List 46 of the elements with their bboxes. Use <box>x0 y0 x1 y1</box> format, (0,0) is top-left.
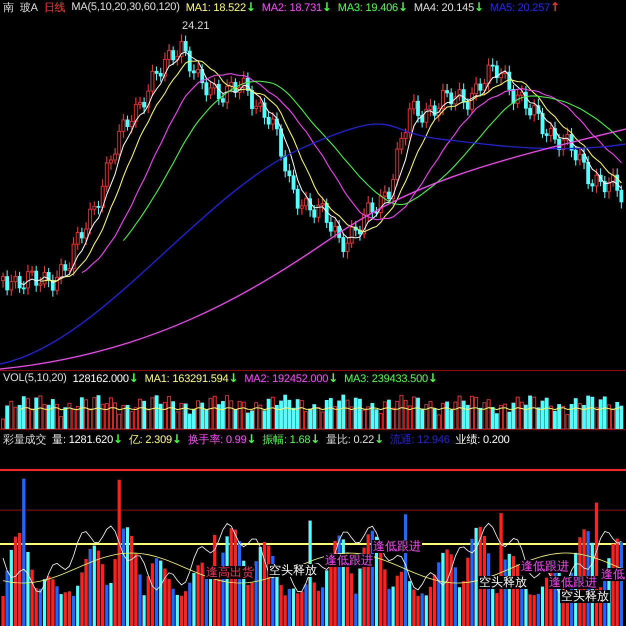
trend-arrow: ↓ <box>428 371 438 385</box>
trend-arrow: ↓ <box>310 432 320 446</box>
trend-arrow: ↓ <box>374 432 384 446</box>
indicator-reading: 量比: 0.22 <box>326 434 374 446</box>
stock-code: 玻A <box>20 0 38 14</box>
signal-label: 逢低跟进 <box>548 576 598 589</box>
trend-arrow: ↓ <box>246 0 256 14</box>
indicator-reading: 振幅: 1.68 <box>262 434 310 446</box>
trend-arrow: ↓ <box>398 0 408 14</box>
indicator-reading: MA2: 18.731 <box>262 2 322 14</box>
indicator-reading: MA5: 20.257 <box>490 2 550 14</box>
trend-arrow: ↓ <box>128 371 139 385</box>
trend-arrow: ↓ <box>246 432 256 446</box>
trend-arrow: ↑ <box>550 0 560 14</box>
signal-label: 逢低 <box>600 568 626 581</box>
trend-arrow: ↓ <box>172 432 182 446</box>
indicator-reading: 流通: 12.946 <box>390 434 450 446</box>
ma-parameters: MA(5,10,20,30,60,120) <box>71 1 180 13</box>
indicator-reading: MA3: 239433.500 <box>344 373 428 385</box>
indicator-reading: MA4: 20.145 <box>414 2 474 14</box>
period-label[interactable]: 日线 <box>44 0 66 14</box>
trend-arrow: ↓ <box>328 371 338 385</box>
indicator-title: 彩量成交 <box>3 432 46 446</box>
volume-title: VOL(5,10,20) <box>3 372 67 384</box>
indicator-reading: 业绩: 0.200 <box>456 434 510 446</box>
signal-label: 空头释放 <box>560 590 610 603</box>
stock-name: 南 <box>3 0 14 14</box>
trend-arrow: ↓ <box>322 0 332 14</box>
peak-price-label: 24.21 <box>182 20 210 32</box>
indicator-reading: MA1: 18.522 <box>186 2 246 14</box>
signal-label: 逢高出货 <box>205 566 255 579</box>
trend-arrow: ↓ <box>113 432 123 446</box>
trend-arrow: ↓ <box>474 0 484 14</box>
indicator-reading: MA2: 192452.000 <box>244 373 328 385</box>
indicator-reading: 亿: 2.309 <box>128 434 172 446</box>
indicator-reading: 换手率: 0.99 <box>188 434 246 446</box>
signal-label: 空头释放 <box>268 564 318 577</box>
indicator-reading: 量: 1281.620 <box>52 434 113 446</box>
indicator-reading: MA1: 163291.594 <box>144 373 228 385</box>
trend-arrow: ↓ <box>228 371 238 385</box>
indicator-reading: MA3: 19.406 <box>338 2 398 14</box>
signal-label: 逢低跟进 <box>324 554 374 567</box>
signal-label: 空头释放 <box>478 576 528 589</box>
signal-label: 逢低跟进 <box>520 560 570 573</box>
signal-label: 逢低跟进 <box>372 540 422 553</box>
indicator-reading: 128162.000 <box>72 373 129 385</box>
